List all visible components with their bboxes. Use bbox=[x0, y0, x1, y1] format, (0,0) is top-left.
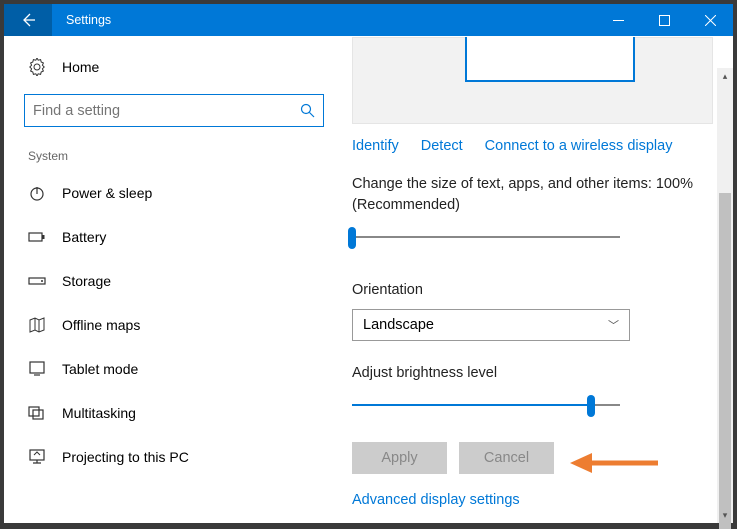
detect-link[interactable]: Detect bbox=[421, 138, 463, 154]
apply-button[interactable]: Apply bbox=[352, 442, 447, 474]
main-panel: Identify Detect Connect to a wireless di… bbox=[344, 36, 733, 523]
battery-icon bbox=[28, 228, 46, 246]
search-icon bbox=[300, 103, 315, 118]
home-label: Home bbox=[62, 59, 99, 75]
settings-window: Settings Home System Power & sleep bbox=[4, 4, 733, 523]
multitasking-icon bbox=[28, 404, 46, 422]
slider-thumb[interactable] bbox=[587, 395, 595, 417]
nav-label: Tablet mode bbox=[62, 361, 138, 377]
back-button[interactable] bbox=[4, 4, 52, 36]
connect-wireless-link[interactable]: Connect to a wireless display bbox=[485, 138, 673, 154]
sidebar-item-battery[interactable]: Battery bbox=[24, 215, 324, 259]
sidebar-item-multitasking[interactable]: Multitasking bbox=[24, 391, 324, 435]
sidebar-item-projecting[interactable]: Projecting to this PC bbox=[24, 435, 324, 479]
window-controls bbox=[595, 4, 733, 36]
monitor-preview-icon bbox=[465, 37, 635, 82]
advanced-display-link[interactable]: Advanced display settings bbox=[352, 488, 520, 508]
scale-label: Change the size of text, apps, and other… bbox=[352, 162, 713, 222]
window-title: Settings bbox=[52, 13, 111, 27]
gear-icon bbox=[28, 58, 46, 76]
display-preview[interactable] bbox=[352, 37, 713, 124]
close-button[interactable] bbox=[687, 4, 733, 36]
map-icon bbox=[28, 316, 46, 334]
sidebar-item-tablet-mode[interactable]: Tablet mode bbox=[24, 347, 324, 391]
orientation-select[interactable]: Landscape ﹀ bbox=[352, 309, 630, 341]
sidebar-item-offline-maps[interactable]: Offline maps bbox=[24, 303, 324, 347]
tablet-icon bbox=[28, 360, 46, 378]
brightness-slider[interactable] bbox=[352, 394, 630, 422]
home-button[interactable]: Home bbox=[24, 36, 324, 94]
slider-thumb[interactable] bbox=[348, 227, 356, 249]
display-links: Identify Detect Connect to a wireless di… bbox=[352, 124, 713, 162]
identify-link[interactable]: Identify bbox=[352, 138, 399, 154]
chevron-down-icon: ﹀ bbox=[608, 317, 619, 333]
titlebar: Settings bbox=[4, 4, 733, 36]
orientation-value: Landscape bbox=[363, 317, 434, 333]
scale-slider[interactable] bbox=[352, 226, 630, 254]
close-icon bbox=[705, 15, 716, 26]
nav-label: Battery bbox=[62, 229, 106, 245]
scrollbar[interactable]: ▴ ▾ bbox=[717, 68, 733, 523]
maximize-icon bbox=[659, 15, 670, 26]
storage-icon bbox=[28, 272, 46, 290]
slider-fill bbox=[352, 404, 591, 406]
slider-track bbox=[352, 236, 620, 238]
brightness-label: Adjust brightness level bbox=[352, 351, 713, 390]
scroll-up-icon[interactable]: ▴ bbox=[717, 68, 733, 84]
nav-label: Offline maps bbox=[62, 317, 140, 333]
nav-label: Storage bbox=[62, 273, 111, 289]
sidebar-item-power-sleep[interactable]: Power & sleep bbox=[24, 171, 324, 215]
search-input[interactable] bbox=[33, 103, 300, 119]
search-box[interactable] bbox=[24, 94, 324, 127]
content: Home System Power & sleep Battery Storag… bbox=[4, 36, 733, 523]
scroll-down-icon[interactable]: ▾ bbox=[717, 507, 733, 523]
orientation-label: Orientation bbox=[352, 268, 713, 307]
nav-label: Power & sleep bbox=[62, 185, 152, 201]
maximize-button[interactable] bbox=[641, 4, 687, 36]
power-icon bbox=[28, 184, 46, 202]
nav-label: Multitasking bbox=[62, 405, 136, 421]
projecting-icon bbox=[28, 448, 46, 466]
sidebar: Home System Power & sleep Battery Storag… bbox=[4, 36, 344, 523]
back-arrow-icon bbox=[20, 12, 36, 28]
sidebar-item-storage[interactable]: Storage bbox=[24, 259, 324, 303]
minimize-icon bbox=[613, 15, 624, 26]
apply-cancel-row: Apply Cancel bbox=[352, 436, 713, 488]
minimize-button[interactable] bbox=[595, 4, 641, 36]
category-label: System bbox=[24, 127, 324, 171]
nav-label: Projecting to this PC bbox=[62, 449, 189, 465]
cancel-button[interactable]: Cancel bbox=[459, 442, 554, 474]
scrollbar-thumb[interactable] bbox=[719, 193, 731, 529]
